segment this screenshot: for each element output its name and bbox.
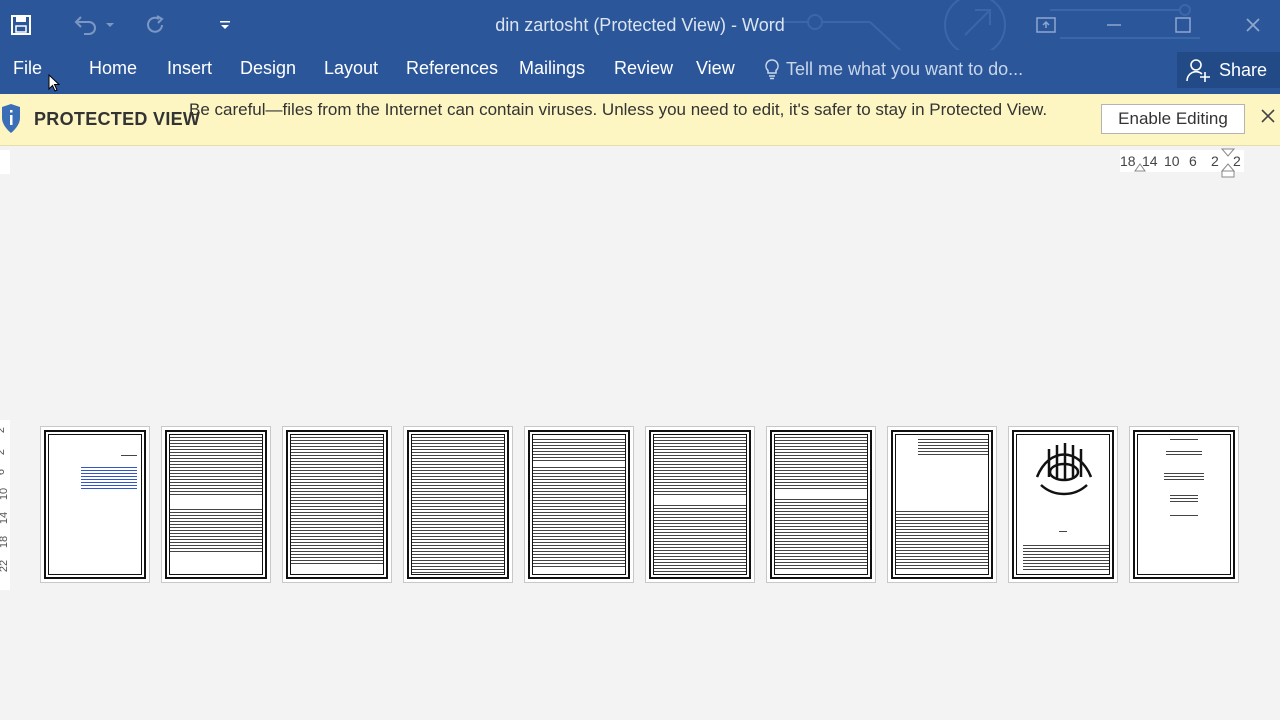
tab-references[interactable]: References <box>406 58 498 79</box>
page-thumbnail-5[interactable] <box>524 426 634 583</box>
left-ruler-stub <box>0 150 10 174</box>
page-thumbnail-3[interactable] <box>282 426 392 583</box>
tell-me-text: Tell me what you want to do... <box>786 58 1024 79</box>
share-person-icon <box>1186 59 1210 82</box>
close-window-button[interactable] <box>1233 8 1273 42</box>
page-thumbnail-4[interactable] <box>403 426 513 583</box>
tab-mailings[interactable]: Mailings <box>519 58 585 79</box>
page-thumbnail-7[interactable] <box>766 426 876 583</box>
close-icon[interactable] <box>1260 108 1276 124</box>
tab-layout[interactable]: Layout <box>324 58 378 79</box>
page-thumbnail-8[interactable] <box>887 426 997 583</box>
share-label: Share <box>1219 59 1268 80</box>
ribbon-tabs: File Home Insert Design Layout Reference… <box>0 50 1280 94</box>
maximize-icon <box>1175 17 1191 33</box>
tab-insert[interactable]: Insert <box>167 58 212 79</box>
lightbulb-icon <box>765 59 779 80</box>
tab-design[interactable]: Design <box>240 58 296 79</box>
maximize-button[interactable] <box>1163 8 1203 42</box>
ribbon-display-options-button[interactable] <box>1026 8 1066 42</box>
first-line-indent-icon[interactable] <box>1220 147 1236 179</box>
horizontal-ruler[interactable]: 18 14 10 6 2 2 <box>1120 148 1244 178</box>
share-button[interactable]: Share <box>1177 52 1280 88</box>
indent-marker-icon[interactable] <box>1134 162 1146 172</box>
ribbon-display-options-icon <box>1036 17 1056 33</box>
enable-editing-button[interactable]: Enable Editing <box>1101 104 1245 134</box>
ruler-label: 2 <box>0 427 7 433</box>
vertical-ruler[interactable]: 2 2 6 10 14 18 22 <box>0 420 10 590</box>
ruler-label: 10 <box>1164 153 1180 169</box>
tab-file[interactable]: File <box>13 58 42 79</box>
ruler-label: 2 <box>0 449 7 455</box>
page-thumbnail-9[interactable] <box>1008 426 1118 583</box>
page-thumbnail-1[interactable] <box>40 426 150 583</box>
protected-view-title: PROTECTED VIEW <box>34 109 201 129</box>
page-thumbnail-10[interactable] <box>1129 426 1239 583</box>
tab-review[interactable]: Review <box>614 58 673 79</box>
tab-view[interactable]: View <box>696 58 735 79</box>
ruler-label: 6 <box>1189 153 1197 169</box>
calligraphy-image <box>1035 443 1093 496</box>
protected-view-message: Be careful—files from the Internet can c… <box>189 100 1048 119</box>
tab-home[interactable]: Home <box>89 58 137 79</box>
mouse-pointer-icon <box>48 74 60 92</box>
minimize-button[interactable] <box>1094 8 1134 42</box>
ruler-label: 18 <box>0 535 11 549</box>
ruler-label: 2 <box>1211 153 1219 169</box>
window-title: din zartosht (Protected View) - Word <box>495 15 785 35</box>
ruler-label: 10 <box>0 487 11 501</box>
ruler-label: 22 <box>0 559 11 573</box>
close-icon <box>1246 18 1260 32</box>
page-thumbnail-6[interactable] <box>645 426 755 583</box>
protected-view-bar: PROTECTED VIEW Be careful—files from the… <box>0 94 1280 146</box>
minimize-icon <box>1107 24 1121 26</box>
tell-me-box[interactable]: Tell me what you want to do... <box>764 58 1023 80</box>
page-thumbnail-2[interactable] <box>161 426 271 583</box>
ruler-label: 6 <box>0 469 7 475</box>
ruler-label: 14 <box>0 511 11 525</box>
shield-icon <box>2 104 20 133</box>
title-bar: din zartosht (Protected View) - Word <box>0 0 1280 50</box>
